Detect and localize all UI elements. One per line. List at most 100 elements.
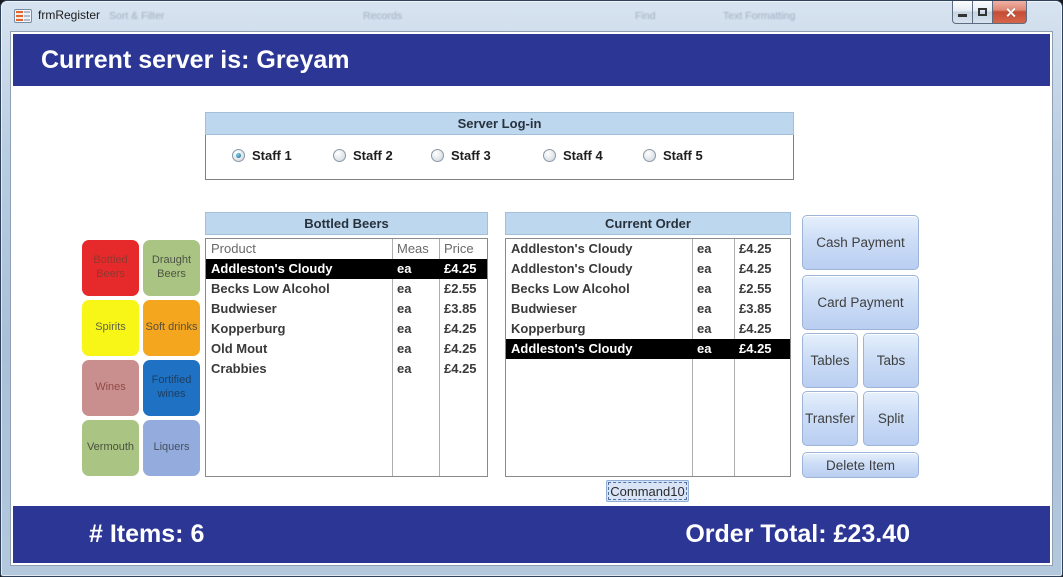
staff-radio-option[interactable]: Staff 1 (232, 148, 292, 163)
staff-radio-option[interactable]: Staff 2 (333, 148, 393, 163)
category-button[interactable]: Vermouth (82, 420, 139, 476)
radio-dot (236, 153, 241, 158)
transfer-button[interactable]: Transfer (802, 391, 858, 446)
category-buttons: Bottled Beers Draught Beers Spirits Soft… (82, 240, 200, 476)
radio-icon (543, 149, 556, 162)
order-item-meas: ea (692, 299, 734, 319)
order-item-price: £2.55 (734, 279, 790, 299)
product-row[interactable]: Old Mout ea £4.25 (206, 339, 487, 359)
column-header-meas: Meas (392, 239, 439, 259)
tabs-button[interactable]: Tabs (863, 333, 919, 388)
ribbon-ghost-label: Find (635, 10, 655, 22)
current-order-list: Addleston's Cloudy ea £4.25 Addleston's … (505, 238, 791, 477)
product-price: £3.85 (439, 299, 487, 319)
category-button[interactable]: Spirits (82, 300, 139, 356)
order-item-price: £4.25 (734, 319, 790, 339)
product-row[interactable]: Crabbies ea £4.25 (206, 359, 487, 379)
product-price: £4.25 (439, 259, 487, 279)
cash-payment-button[interactable]: Cash Payment (802, 215, 919, 270)
order-total: Order Total: £23.40 (685, 520, 910, 549)
order-item-price: £4.25 (734, 239, 790, 259)
order-item-name: Addleston's Cloudy (506, 239, 692, 259)
server-banner-text: Current server is: Greyam (41, 46, 349, 74)
window-controls (952, 1, 1027, 24)
server-login-panel: Server Log-in Staff 1 Staff 2 (205, 112, 794, 180)
category-button[interactable]: Liquers (143, 420, 200, 476)
staff-radio-option[interactable]: Staff 5 (643, 148, 703, 163)
staff-radio-label: Staff 2 (353, 148, 393, 163)
footer-bar: # Items:6 Order Total: £23.40 (13, 506, 1050, 563)
radio-icon (643, 149, 656, 162)
current-order-title: Current Order (505, 212, 791, 235)
order-item-name: Addleston's Cloudy (506, 339, 692, 359)
server-banner: Current server is: Greyam (13, 34, 1050, 86)
product-price: £2.55 (439, 279, 487, 299)
category-button[interactable]: Draught Beers (143, 240, 200, 296)
category-button[interactable]: Soft drinks (143, 300, 200, 356)
product-list: Product Meas Price Addleston's Cloudy ea… (205, 238, 488, 477)
category-button[interactable]: Fortified wines (143, 360, 200, 416)
minimize-button[interactable] (952, 1, 972, 24)
register-form: Current server is: Greyam Server Log-in … (10, 31, 1053, 566)
order-row[interactable]: Budwieser ea £3.85 (506, 299, 790, 319)
order-item-price: £4.25 (734, 339, 790, 359)
radio-icon (431, 149, 444, 162)
category-button-label: Liquers (153, 441, 189, 453)
staff-radio-option[interactable]: Staff 3 (431, 148, 491, 163)
product-name: Becks Low Alcohol (206, 279, 392, 299)
ribbon-ghost-label: Sort & Filter (109, 10, 164, 22)
close-button[interactable] (992, 1, 1027, 24)
category-button-label: Fortified wines (152, 374, 192, 400)
product-meas: ea (392, 359, 439, 379)
product-list-title: Bottled Beers (205, 212, 488, 235)
radio-icon (232, 149, 245, 162)
tables-button[interactable]: Tables (802, 333, 858, 388)
category-button[interactable]: Bottled Beers (82, 240, 139, 296)
product-meas: ea (392, 299, 439, 319)
ribbon-ghost-label: Text Formatting (723, 10, 795, 22)
order-row[interactable]: Kopperburg ea £4.25 (506, 319, 790, 339)
minimize-icon (958, 14, 967, 17)
maximize-button[interactable] (972, 1, 992, 24)
window-title: frmRegister (38, 8, 100, 22)
server-login-options: Staff 1 Staff 2 Staff 3 Staff 4 (205, 135, 794, 180)
product-meas: ea (392, 339, 439, 359)
category-button-label: Spirits (95, 321, 126, 333)
staff-radio-label: Staff 5 (663, 148, 703, 163)
product-list-header-row: Product Meas Price (206, 239, 487, 259)
column-header-price: Price (439, 239, 487, 259)
command10-button[interactable]: Command10 (606, 480, 689, 502)
product-price: £4.25 (439, 339, 487, 359)
category-button[interactable]: Wines (82, 360, 139, 416)
order-item-meas: ea (692, 279, 734, 299)
order-total-label: Order Total: (685, 520, 826, 548)
product-name: Kopperburg (206, 319, 392, 339)
order-rows: Addleston's Cloudy ea £4.25 Addleston's … (506, 239, 790, 359)
staff-radio-label: Staff 4 (563, 148, 603, 163)
product-row[interactable]: Addleston's Cloudy ea £4.25 (206, 259, 487, 279)
order-item-price: £3.85 (734, 299, 790, 319)
product-meas: ea (392, 279, 439, 299)
category-button-label: Draught Beers (152, 254, 191, 280)
staff-radio-label: Staff 1 (252, 148, 292, 163)
product-meas: ea (392, 319, 439, 339)
delete-item-button[interactable]: Delete Item (802, 452, 919, 478)
order-row[interactable]: Becks Low Alcohol ea £2.55 (506, 279, 790, 299)
order-row[interactable]: Addleston's Cloudy ea £4.25 (506, 259, 790, 279)
product-row[interactable]: Kopperburg ea £4.25 (206, 319, 487, 339)
product-row[interactable]: Becks Low Alcohol ea £2.55 (206, 279, 487, 299)
app-window: frmRegister Sort & FilterRecordsFindText… (0, 0, 1063, 577)
staff-radio-label: Staff 3 (451, 148, 491, 163)
form-icon (14, 9, 32, 23)
order-row[interactable]: Addleston's Cloudy ea £4.25 (506, 339, 790, 359)
category-button-label: Bottled Beers (93, 254, 127, 280)
order-row[interactable]: Addleston's Cloudy ea £4.25 (506, 239, 790, 259)
product-row[interactable]: Budwieser ea £3.85 (206, 299, 487, 319)
split-button[interactable]: Split (863, 391, 919, 446)
server-login-header: Server Log-in (205, 112, 794, 135)
current-order-panel: Current Order Addleston's Cloudy ea £4.2… (505, 212, 791, 235)
product-list-panel: Bottled Beers Product Meas Price Addlest… (205, 212, 488, 235)
staff-radio-option[interactable]: Staff 4 (543, 148, 603, 163)
order-item-name: Addleston's Cloudy (506, 259, 692, 279)
card-payment-button[interactable]: Card Payment (802, 275, 919, 330)
